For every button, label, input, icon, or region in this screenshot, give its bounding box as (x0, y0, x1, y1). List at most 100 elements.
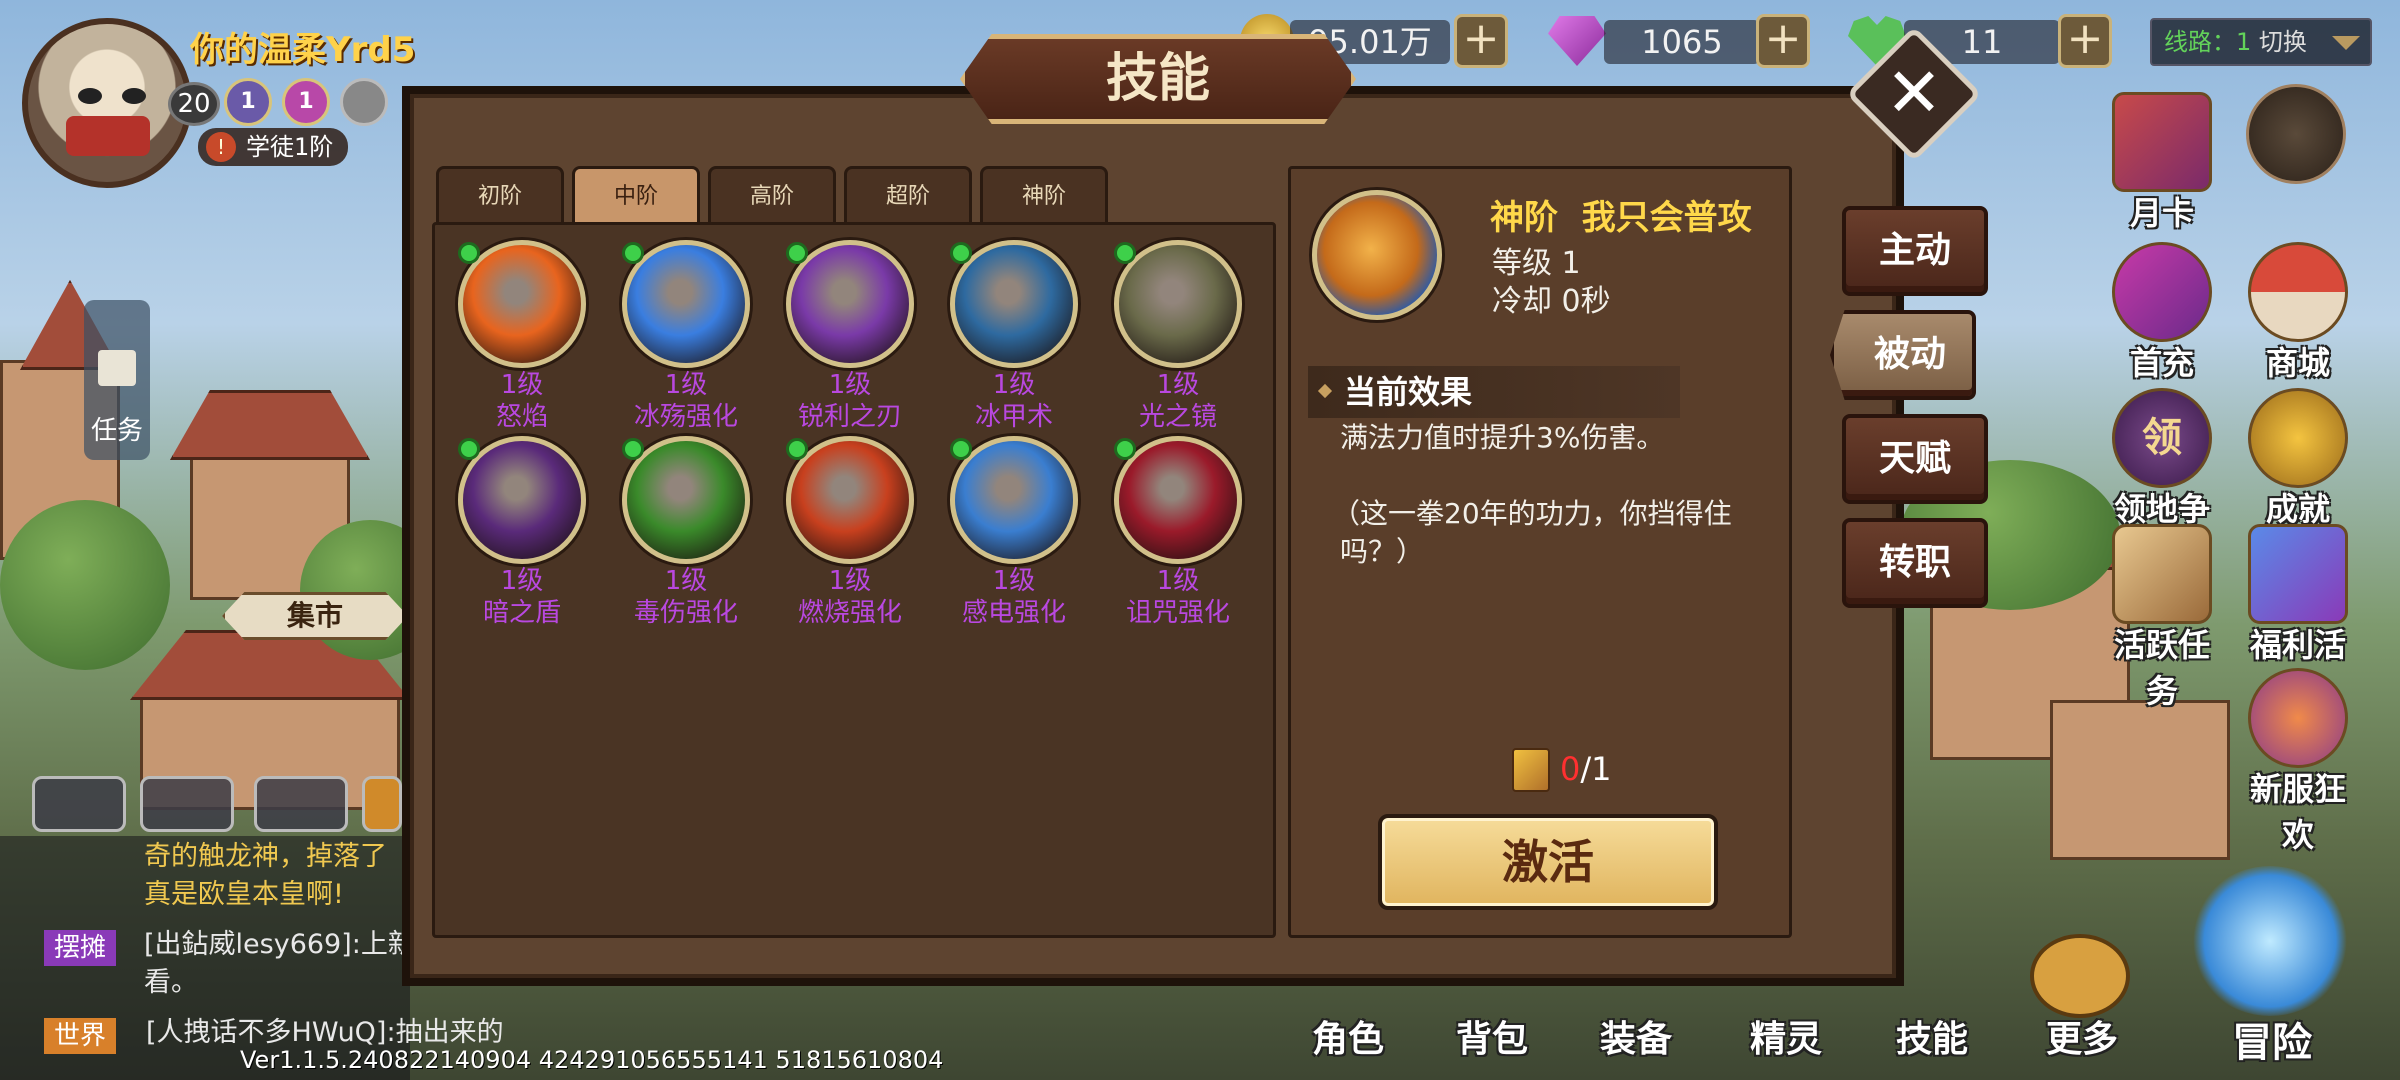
effect-text: 满法力值时提升3%伤害。 (1340, 421, 1665, 454)
player-title-label: 学徒1阶 (246, 133, 334, 161)
market-sign[interactable]: 集市 (222, 592, 408, 640)
new-server-icon (2248, 668, 2348, 768)
nav-skill[interactable]: 技能 (1896, 1010, 1968, 1062)
shop-tent-icon (2248, 242, 2348, 342)
skill-name: 燃烧强化 (797, 598, 902, 628)
unlocked-dot-icon (458, 438, 480, 460)
player-avatar[interactable] (22, 18, 192, 188)
skill-item[interactable]: 1级 毒伤强化 (606, 436, 766, 628)
route-switch-label: 切换 (2258, 28, 2307, 56)
first-recharge-button[interactable]: 首充 (2102, 242, 2222, 384)
close-icon: ✕ (1885, 54, 1943, 133)
skill-item[interactable]: 1级 怒焰 (442, 240, 602, 432)
skill-item[interactable]: 1级 冰殇强化 (606, 240, 766, 432)
activate-button[interactable]: 激活 (1378, 814, 1718, 910)
flavor-text-1: （这一拳20年的功力，你挡得住 (1332, 497, 1732, 530)
side-tab-active[interactable]: 主动 (1842, 206, 1988, 296)
friends-button[interactable] (254, 776, 348, 832)
chat-extra-button[interactable] (362, 776, 402, 832)
nav-more[interactable]: 更多 (2046, 1010, 2118, 1062)
effect-header: 当前效果 (1308, 366, 1680, 418)
rank-badge-3[interactable] (340, 78, 388, 126)
chat-button[interactable] (32, 776, 126, 832)
skill-name: 暗之盾 (482, 598, 561, 628)
present-icon (2248, 524, 2348, 624)
skill-item[interactable]: 1级 燃烧强化 (770, 436, 930, 628)
side-tab-talent[interactable]: 天赋 (1842, 414, 1988, 504)
unlocked-dot-icon (458, 242, 480, 264)
chat-line: [人拽话不多HWuQ]:抽出来的 (146, 1017, 504, 1048)
modal-title: 技能 (960, 34, 1356, 124)
monthly-card-label: 月卡 (2129, 194, 2194, 232)
route-label: 线路：1 (2164, 28, 2252, 56)
rank-badge-1[interactable]: 1 (224, 78, 272, 126)
tab-intermediate[interactable]: 中阶 (572, 166, 700, 224)
territory-icon: 领 (2112, 388, 2212, 488)
daily-task-label: 活跃任务 (2113, 626, 2210, 710)
new-server-label: 新服狂欢 (2249, 770, 2346, 854)
rank-badge-2[interactable]: 1 (282, 78, 330, 126)
bg-roof (170, 390, 370, 460)
nav-bag[interactable]: 背包 (1456, 1010, 1528, 1062)
bg-tree (0, 500, 170, 670)
version-text: Ver1.1.5.240822140904 424291056555141 51… (240, 1046, 944, 1074)
skill-name: 锐利之刃 (797, 402, 902, 432)
chat-line: 真是欧皇本皇啊! (144, 879, 344, 910)
skill-item[interactable]: 1级 诅咒强化 (1098, 436, 1258, 628)
add-gem-button[interactable]: + (1756, 14, 1810, 68)
gem-icon (1548, 16, 1606, 66)
nav-spirit[interactable]: 精灵 (1750, 1010, 1822, 1062)
skill-level: 1级 (828, 370, 872, 400)
monthly-card-icon (2112, 92, 2212, 192)
skill-item[interactable]: 1级 锐利之刃 (770, 240, 930, 432)
skill-detail-title: 神阶 我只会普攻 (1490, 190, 1752, 239)
count-need: /1 (1580, 750, 1612, 788)
chat-line: 奇的触龙神，掉落了 (144, 841, 387, 872)
skill-item[interactable]: 1级 冰甲术 (934, 240, 1094, 432)
skill-name: 冰甲术 (974, 402, 1053, 432)
task-button[interactable]: 任务 (84, 300, 150, 460)
side-tab-class-change[interactable]: 转职 (1842, 518, 1988, 608)
monthly-card-button[interactable]: 月卡 (2102, 92, 2222, 234)
skill-level: 1级 (500, 370, 544, 400)
daily-task-button[interactable]: 活跃任务 (2102, 524, 2222, 712)
skill-level: 1级 (992, 566, 1036, 596)
unlocked-dot-icon (950, 438, 972, 460)
tab-divine[interactable]: 神阶 (980, 166, 1108, 224)
adventure-portal-icon[interactable] (2190, 866, 2350, 1016)
more-icon[interactable] (2030, 934, 2130, 1018)
new-server-button[interactable]: 新服狂欢 (2238, 668, 2358, 856)
trophy-icon (2248, 388, 2348, 488)
shop-button[interactable]: 商城 (2238, 242, 2358, 384)
unlocked-dot-icon (1114, 242, 1136, 264)
scroll-icon (2112, 524, 2212, 624)
shop-label: 商城 (2265, 344, 2330, 382)
add-heart-button[interactable]: + (2058, 14, 2112, 68)
skill-item[interactable]: 1级 感电强化 (934, 436, 1094, 628)
effect-header-label: 当前效果 (1344, 373, 1473, 411)
add-gold-button[interactable]: + (1454, 14, 1508, 68)
achievement-button[interactable]: 成就 (2238, 388, 2358, 530)
skill-name: 诅咒强化 (1125, 598, 1230, 628)
tab-basic[interactable]: 初阶 (436, 166, 564, 224)
task-icon (98, 350, 136, 386)
side-tab-passive[interactable]: 被动 (1830, 310, 1976, 400)
nav-character[interactable]: 角色 (1312, 1010, 1384, 1062)
stall-tag: 摆摊 (44, 930, 117, 966)
skill-level: 1级 (992, 370, 1036, 400)
tab-advanced[interactable]: 高阶 (708, 166, 836, 224)
menu-toggle-button[interactable] (2236, 84, 2356, 184)
skill-item[interactable]: 1级 光之镜 (1098, 240, 1258, 432)
diamond-icon (1317, 383, 1333, 399)
title-icon: ! (206, 132, 236, 162)
tab-super[interactable]: 超阶 (844, 166, 972, 224)
route-switcher[interactable]: 线路：1 切换 (2150, 18, 2372, 66)
nav-adventure[interactable]: 冒险 (2232, 1010, 2312, 1068)
nav-equipment[interactable]: 装备 (1600, 1010, 1672, 1062)
player-title[interactable]: ! 学徒1阶 (198, 128, 348, 166)
avatar-eye (122, 88, 146, 104)
mail-button[interactable] (140, 776, 234, 832)
skill-book-icon (1512, 748, 1550, 792)
skill-item[interactable]: 1级 暗之盾 (442, 436, 602, 628)
avatar-eye (78, 88, 102, 104)
